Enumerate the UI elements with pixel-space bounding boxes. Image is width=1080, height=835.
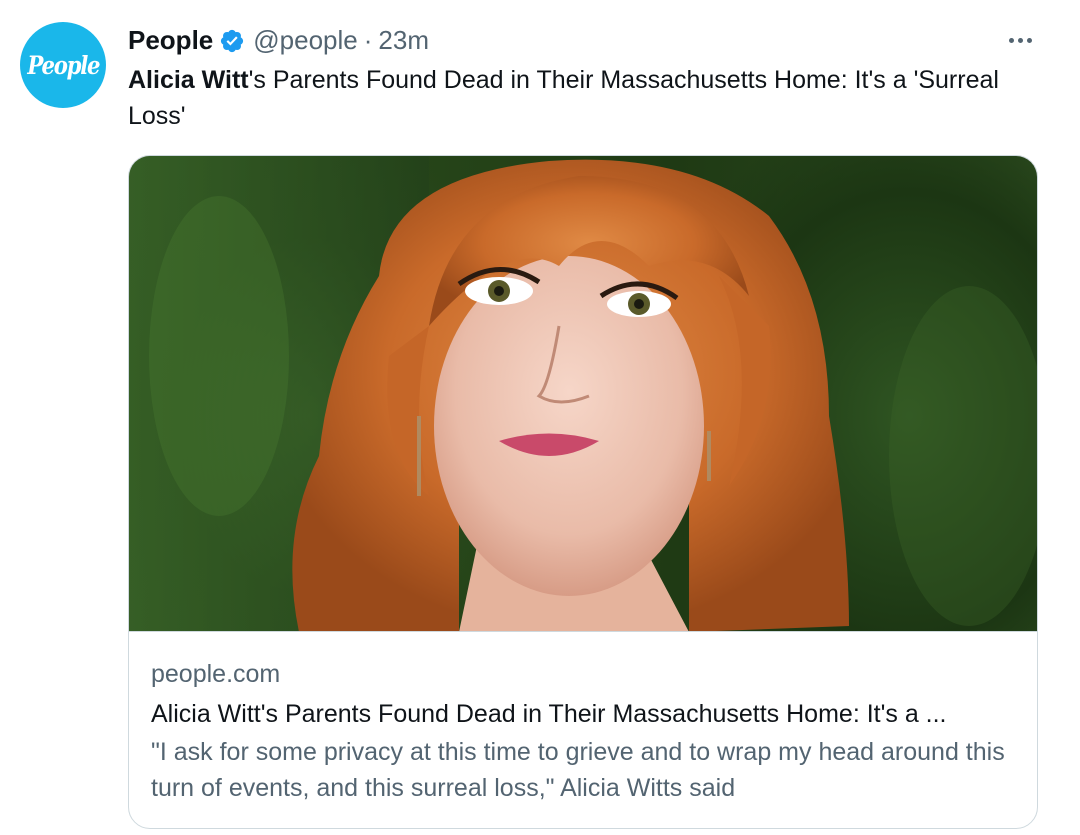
tweet-content: People @people · 23m Alicia Witt's Paren… <box>128 22 1038 134</box>
tweet-text: Alicia Witt's Parents Found Dead in Thei… <box>128 62 1008 134</box>
handle[interactable]: @people <box>253 22 357 58</box>
avatar[interactable]: People <box>20 22 106 108</box>
card-title[interactable]: Alicia Witt's Parents Found Dead in Thei… <box>151 696 1017 732</box>
card-description: "I ask for some privacy at this time to … <box>151 738 1005 802</box>
separator-dot: · <box>363 25 373 55</box>
tweet[interactable]: People People @people · 23m Alicia Witt'… <box>0 0 1080 835</box>
verified-badge-icon <box>219 27 245 53</box>
tweet-header: People @people · 23m <box>128 22 1038 58</box>
card-image[interactable] <box>129 156 1037 632</box>
more-options-icon[interactable] <box>1002 22 1038 58</box>
timestamp[interactable]: 23m <box>378 22 429 58</box>
card-domain: people.com <box>151 660 281 688</box>
link-card[interactable]: people.com Alicia Witt's Parents Found D… <box>128 155 1038 829</box>
card-meta: people.com Alicia Witt's Parents Found D… <box>129 632 1037 806</box>
tweet-text-bold[interactable]: Alicia Witt <box>128 66 249 94</box>
tweet-text-rest: 's Parents Found Dead in Their Massachus… <box>128 66 999 130</box>
display-name[interactable]: People <box>128 22 213 58</box>
avatar-logo-text: People <box>27 50 100 80</box>
